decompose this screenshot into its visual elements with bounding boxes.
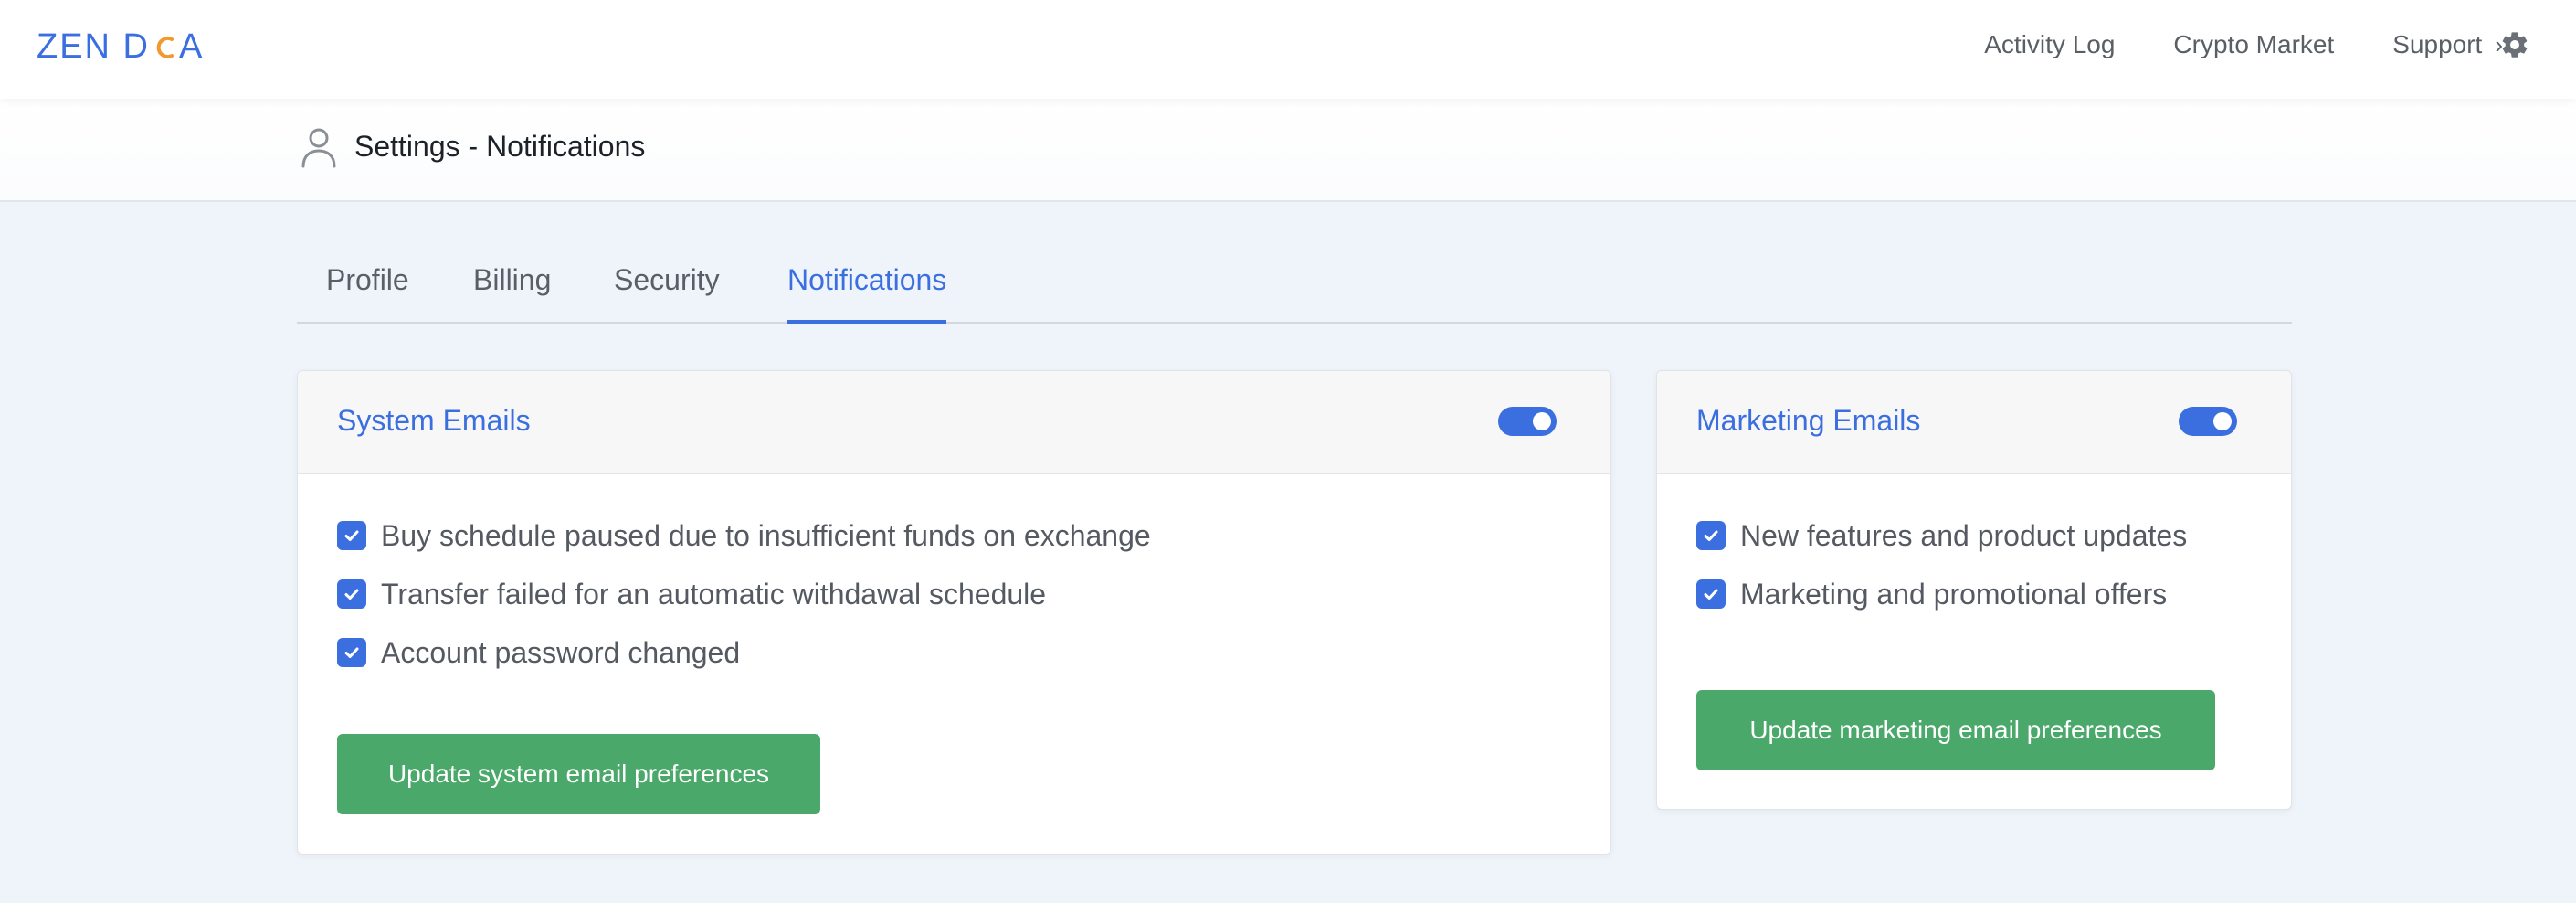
nav-link-label: Crypto Market: [2173, 30, 2335, 58]
marketing-email-option: New features and product updates: [1696, 517, 2187, 554]
marketing-emails-toggle[interactable]: [2179, 407, 2237, 436]
option-label: New features and product updates: [1740, 518, 2188, 552]
nav-link-label: Support: [2392, 30, 2483, 58]
tab-notifications[interactable]: Notifications: [787, 263, 947, 324]
option-label: Account password changed: [381, 635, 741, 669]
tab-billing[interactable]: Billing: [473, 263, 551, 324]
app-logo[interactable]: ZEN D A: [37, 24, 204, 69]
system-emails-toggle[interactable]: [1498, 407, 1557, 436]
checkbox[interactable]: [1696, 579, 1726, 609]
option-label: Marketing and promotional offers: [1740, 577, 2168, 611]
toggle-knob: [2213, 412, 2232, 430]
settings-tabs: Profile Billing Security Notifications: [297, 245, 2292, 324]
marketing-emails-card: Marketing Emails New features and produc…: [1656, 370, 2292, 810]
card-title: System Emails: [337, 404, 531, 437]
nav-link-activity-log[interactable]: Activity Log: [1984, 30, 2115, 59]
option-label: Transfer failed for an automatic withdaw…: [381, 577, 1047, 611]
gear-icon[interactable]: [2499, 29, 2530, 60]
card-header: Marketing Emails: [1657, 371, 2291, 474]
logo-c-mark: [156, 37, 174, 58]
page-header: Settings - Notifications: [0, 99, 2576, 202]
tab-profile[interactable]: Profile: [326, 263, 409, 324]
page-title: Settings - Notifications: [354, 130, 646, 163]
check-icon: [1704, 530, 1718, 541]
check-icon: [344, 647, 359, 658]
checkbox[interactable]: [1696, 521, 1726, 550]
tab-security[interactable]: Security: [614, 263, 720, 324]
check-icon: [344, 530, 359, 541]
checkbox[interactable]: [337, 638, 366, 667]
nav-link-crypto-market[interactable]: Crypto Market: [2173, 30, 2334, 59]
update-system-email-preferences-button[interactable]: Update system email preferences: [337, 734, 820, 814]
update-marketing-email-preferences-button[interactable]: Update marketing email preferences: [1696, 690, 2215, 770]
nav-link-support[interactable]: Support ›: [2392, 30, 2503, 59]
logo-text-start: ZEN D: [37, 27, 150, 66]
check-icon: [1704, 589, 1718, 600]
top-navbar: ZEN D A Activity Log Crypto Market Suppo…: [0, 0, 2576, 99]
system-email-option: Buy schedule paused due to insufficient …: [337, 517, 1151, 554]
check-icon: [344, 589, 359, 600]
logo-text-end: A: [179, 27, 205, 66]
card-title: Marketing Emails: [1696, 404, 1921, 437]
card-header: System Emails: [298, 371, 1610, 474]
nav-links: Activity Log Crypto Market Support ›: [1926, 24, 2503, 66]
checkbox[interactable]: [337, 521, 366, 550]
user-icon: [301, 128, 336, 168]
option-label: Buy schedule paused due to insufficient …: [381, 518, 1151, 552]
marketing-email-option: Marketing and promotional offers: [1696, 576, 2167, 612]
system-email-option: Transfer failed for an automatic withdaw…: [337, 576, 1046, 612]
checkbox[interactable]: [337, 579, 366, 609]
system-emails-card: System Emails Buy schedule paused due to…: [297, 370, 1611, 855]
nav-link-label: Activity Log: [1984, 30, 2116, 58]
toggle-knob: [1533, 412, 1551, 430]
system-email-option: Account password changed: [337, 634, 740, 671]
